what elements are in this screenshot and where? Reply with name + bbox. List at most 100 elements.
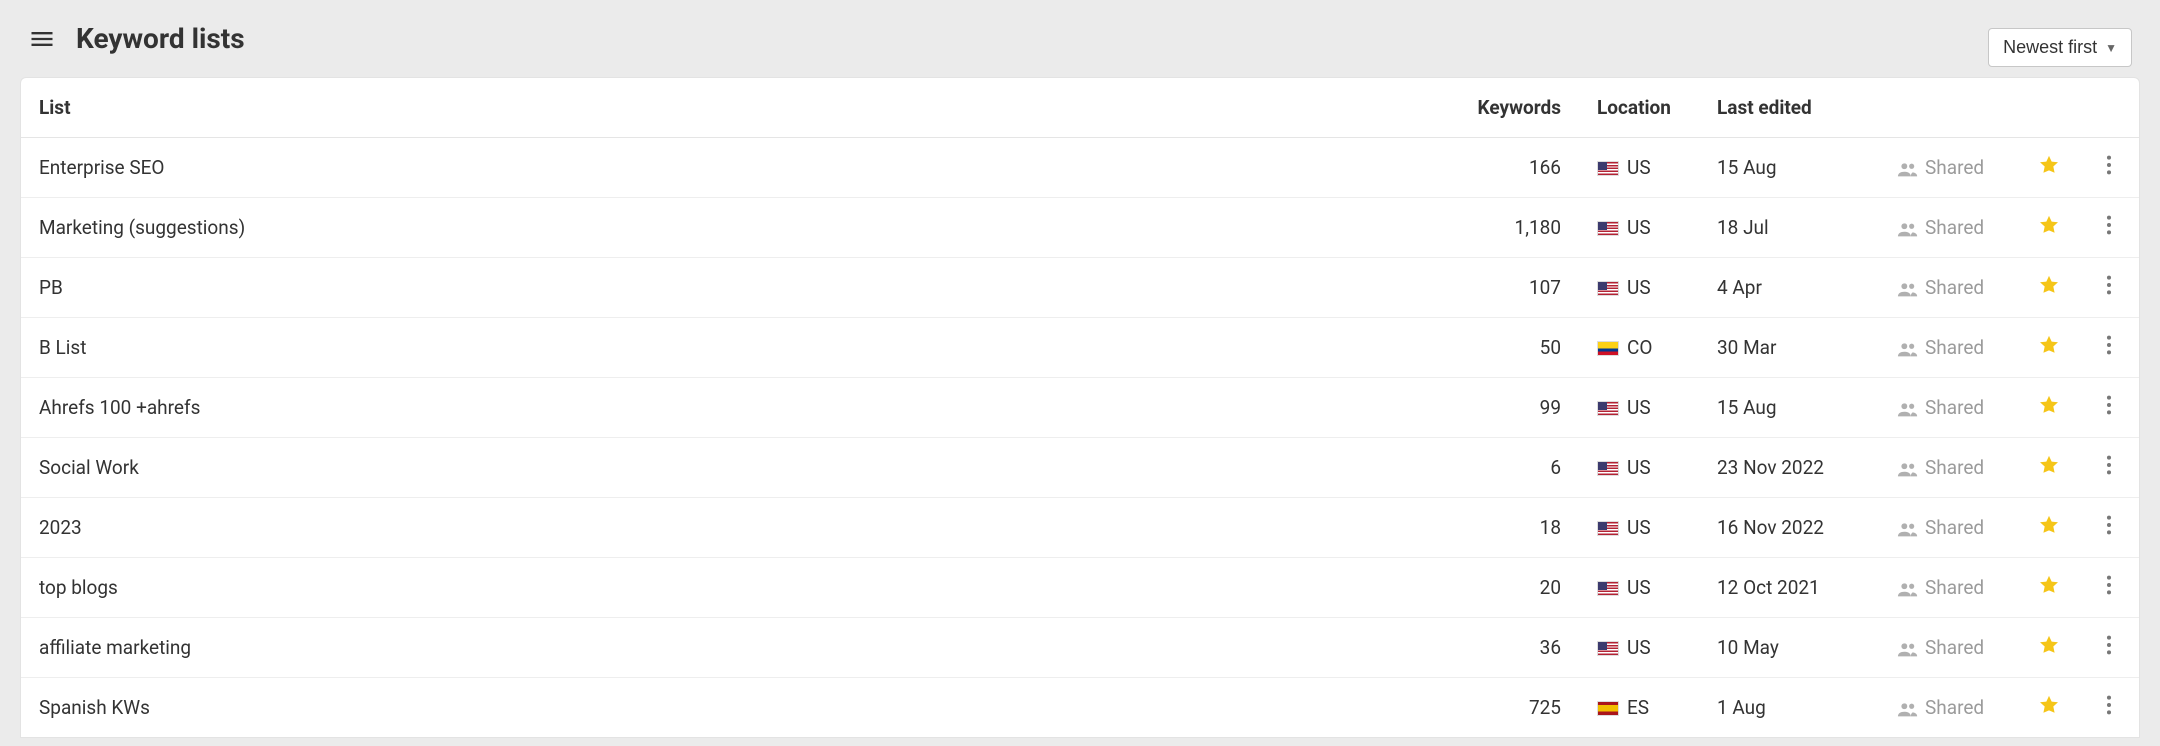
row-actions-menu[interactable]	[2079, 498, 2139, 558]
row-actions-menu[interactable]	[2079, 318, 2139, 378]
shared-indicator[interactable]: Shared	[1879, 318, 2019, 378]
table-row: Social Work6US23 Nov 2022Shared	[21, 438, 2139, 498]
people-icon	[1897, 156, 1925, 179]
shared-indicator[interactable]: Shared	[1879, 678, 2019, 738]
people-icon	[1897, 396, 1925, 419]
table-row: Enterprise SEO166US15 AugShared	[21, 138, 2139, 198]
kebab-menu-icon	[2106, 578, 2112, 601]
flag-icon	[1597, 341, 1619, 356]
flag-icon	[1597, 581, 1619, 596]
keywords-count: 18	[1460, 498, 1579, 558]
location-cell: US	[1579, 618, 1699, 678]
last-edited: 30 Mar	[1699, 318, 1879, 378]
people-icon	[1897, 276, 1925, 299]
shared-indicator[interactable]: Shared	[1879, 138, 2019, 198]
table-row: Marketing (suggestions)1,180US18 JulShar…	[21, 198, 2139, 258]
star-icon	[2038, 578, 2060, 601]
table-row: Ahrefs 100 +ahrefs99US15 AugShared	[21, 378, 2139, 438]
last-edited: 4 Apr	[1699, 258, 1879, 318]
sort-dropdown[interactable]: Newest first ▼	[1988, 28, 2132, 67]
shared-indicator[interactable]: Shared	[1879, 498, 2019, 558]
favorite-star[interactable]	[2019, 258, 2079, 318]
list-name-link[interactable]: top blogs	[21, 558, 1460, 618]
list-name-link[interactable]: Spanish KWs	[21, 678, 1460, 738]
people-icon	[1897, 696, 1925, 719]
favorite-star[interactable]	[2019, 618, 2079, 678]
shared-indicator[interactable]: Shared	[1879, 258, 2019, 318]
last-edited: 12 Oct 2021	[1699, 558, 1879, 618]
column-header-keywords[interactable]: Keywords	[1460, 78, 1579, 138]
row-actions-menu[interactable]	[2079, 378, 2139, 438]
favorite-star[interactable]	[2019, 438, 2079, 498]
keyword-lists-table: List Keywords Location Last edited Enter…	[21, 78, 2139, 737]
list-name-link[interactable]: affiliate marketing	[21, 618, 1460, 678]
column-header-menu	[2079, 78, 2139, 138]
flag-icon	[1597, 521, 1619, 536]
country-code: US	[1627, 516, 1651, 539]
last-edited: 15 Aug	[1699, 378, 1879, 438]
shared-indicator[interactable]: Shared	[1879, 198, 2019, 258]
kebab-menu-icon	[2106, 278, 2112, 301]
list-name-link[interactable]: PB	[21, 258, 1460, 318]
list-name-link[interactable]: Ahrefs 100 +ahrefs	[21, 378, 1460, 438]
row-actions-menu[interactable]	[2079, 258, 2139, 318]
column-header-star	[2019, 78, 2079, 138]
favorite-star[interactable]	[2019, 198, 2079, 258]
favorite-star[interactable]	[2019, 678, 2079, 738]
star-icon	[2038, 278, 2060, 301]
row-actions-menu[interactable]	[2079, 138, 2139, 198]
last-edited: 16 Nov 2022	[1699, 498, 1879, 558]
last-edited: 18 Jul	[1699, 198, 1879, 258]
shared-indicator[interactable]: Shared	[1879, 618, 2019, 678]
country-code: ES	[1627, 696, 1649, 719]
shared-indicator[interactable]: Shared	[1879, 558, 2019, 618]
row-actions-menu[interactable]	[2079, 558, 2139, 618]
sort-label: Newest first	[2003, 37, 2097, 58]
kebab-menu-icon	[2106, 398, 2112, 421]
shared-label: Shared	[1925, 276, 1984, 299]
list-name-link[interactable]: B List	[21, 318, 1460, 378]
keywords-count: 20	[1460, 558, 1579, 618]
keywords-count: 166	[1460, 138, 1579, 198]
location-cell: US	[1579, 258, 1699, 318]
star-icon	[2038, 698, 2060, 721]
location-cell: US	[1579, 558, 1699, 618]
shared-label: Shared	[1925, 216, 1984, 239]
people-icon	[1897, 456, 1925, 479]
shared-indicator[interactable]: Shared	[1879, 378, 2019, 438]
row-actions-menu[interactable]	[2079, 618, 2139, 678]
row-actions-menu[interactable]	[2079, 438, 2139, 498]
hamburger-menu-icon[interactable]	[28, 25, 56, 53]
shared-label: Shared	[1925, 156, 1984, 179]
list-name-link[interactable]: Social Work	[21, 438, 1460, 498]
shared-label: Shared	[1925, 456, 1984, 479]
list-name-link[interactable]: 2023	[21, 498, 1460, 558]
country-code: US	[1627, 216, 1651, 239]
shared-indicator[interactable]: Shared	[1879, 438, 2019, 498]
keywords-count: 725	[1460, 678, 1579, 738]
table-row: Spanish KWs725ES1 AugShared	[21, 678, 2139, 738]
page-title: Keyword lists	[76, 22, 245, 55]
star-icon	[2038, 338, 2060, 361]
shared-label: Shared	[1925, 516, 1984, 539]
location-cell: US	[1579, 438, 1699, 498]
favorite-star[interactable]	[2019, 498, 2079, 558]
favorite-star[interactable]	[2019, 558, 2079, 618]
row-actions-menu[interactable]	[2079, 198, 2139, 258]
column-header-list[interactable]: List	[21, 78, 1460, 138]
list-name-link[interactable]: Marketing (suggestions)	[21, 198, 1460, 258]
location-cell: US	[1579, 498, 1699, 558]
column-header-location[interactable]: Location	[1579, 78, 1699, 138]
keywords-count: 36	[1460, 618, 1579, 678]
column-header-last-edited[interactable]: Last edited	[1699, 78, 1879, 138]
shared-label: Shared	[1925, 336, 1984, 359]
keywords-count: 107	[1460, 258, 1579, 318]
favorite-star[interactable]	[2019, 138, 2079, 198]
row-actions-menu[interactable]	[2079, 678, 2139, 738]
last-edited: 10 May	[1699, 618, 1879, 678]
favorite-star[interactable]	[2019, 378, 2079, 438]
column-header-shared	[1879, 78, 2019, 138]
favorite-star[interactable]	[2019, 318, 2079, 378]
list-name-link[interactable]: Enterprise SEO	[21, 138, 1460, 198]
kebab-menu-icon	[2106, 158, 2112, 181]
